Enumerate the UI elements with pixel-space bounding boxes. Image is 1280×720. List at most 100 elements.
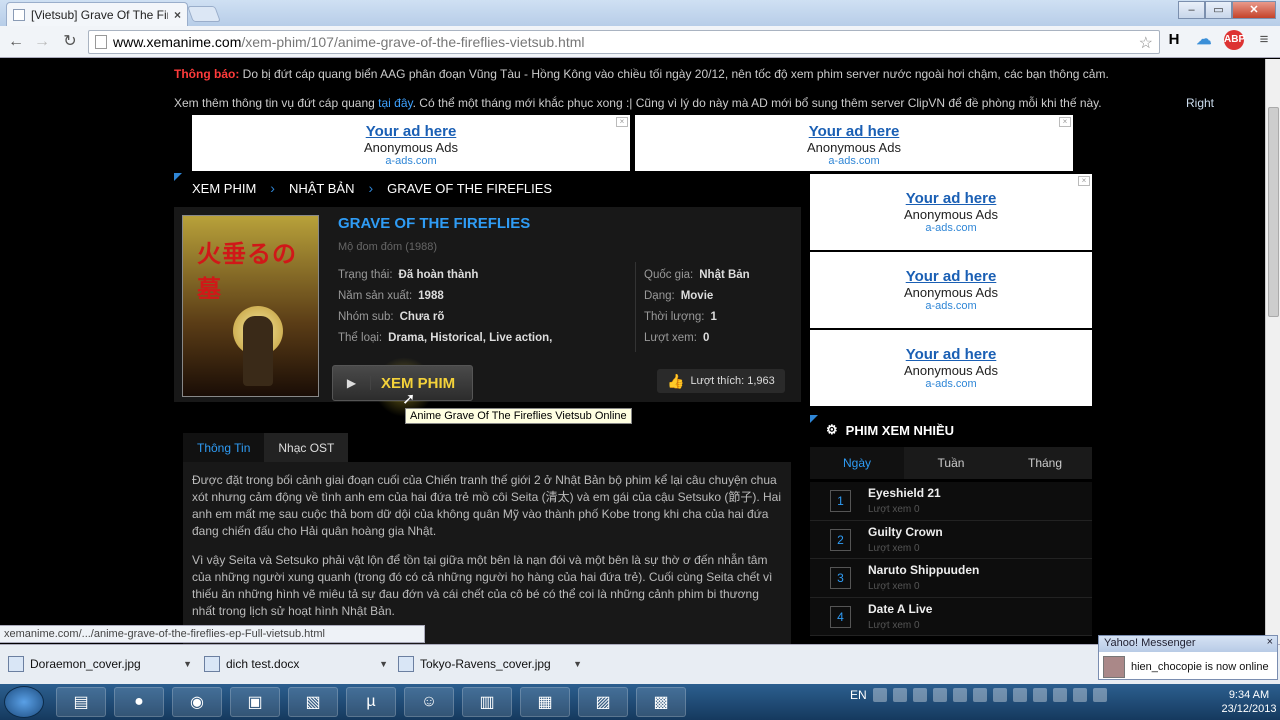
language-indicator[interactable]: EN <box>850 688 867 702</box>
chevron-right-icon: › <box>368 180 374 196</box>
rank-badge: 3 <box>830 567 851 589</box>
close-icon[interactable]: × <box>1267 636 1273 648</box>
ad-headline[interactable]: Your ad here <box>810 174 1092 207</box>
menu-icon[interactable]: ≡ <box>1254 30 1274 50</box>
sidebar-ad[interactable]: × Your ad here Anonymous Ads a-ads.com <box>810 174 1092 250</box>
ad-domain[interactable]: a-ads.com <box>192 155 630 167</box>
film-title[interactable]: GRAVE OF THE FIREFLIES <box>338 215 530 232</box>
list-item[interactable]: 2 Guilty Crown Lượt xem 0 <box>810 520 1092 559</box>
download-item[interactable]: Doraemon_cover.jpg ▼ <box>8 653 192 675</box>
breadcrumb-nhat-ban[interactable]: NHẬT BẢN <box>289 181 355 196</box>
ad-domain[interactable]: a-ads.com <box>810 222 1092 234</box>
tab-day[interactable]: Ngày <box>810 447 904 479</box>
list-item[interactable]: 4 Date A Live Lượt xem 0 <box>810 597 1092 636</box>
close-window-button[interactable]: ✕ <box>1232 1 1276 19</box>
app-taskbar-icon[interactable]: ▥ <box>462 687 512 717</box>
list-item[interactable]: 1 Eyeshield 21 Lượt xem 0 <box>810 482 1092 521</box>
chevron-down-icon[interactable]: ▼ <box>573 659 582 669</box>
pdf-taskbar-icon[interactable]: ▧ <box>288 687 338 717</box>
field-type: Dạng: Movie <box>644 290 713 302</box>
app-taskbar-icon[interactable]: ▣ <box>230 687 280 717</box>
tray-icon[interactable] <box>972 688 987 702</box>
breadcrumb-xem-phim[interactable]: XEM PHIM <box>192 181 256 196</box>
tray-icon[interactable] <box>1032 688 1047 702</box>
tab-week[interactable]: Tuần <box>904 447 998 479</box>
tab-ost[interactable]: Nhạc OST <box>264 433 349 463</box>
ad-close-icon[interactable]: × <box>616 117 628 127</box>
tab-close-icon[interactable]: × <box>174 8 181 22</box>
chevron-down-icon[interactable]: ▼ <box>183 659 192 669</box>
notice-link[interactable]: tại đây <box>378 96 412 110</box>
chevron-right-icon: › <box>270 180 275 196</box>
sidebar-ad[interactable]: Your ad here Anonymous Ads a-ads.com <box>810 330 1092 406</box>
top-ad-left[interactable]: × Your ad here Anonymous Ads a-ads.com <box>192 115 630 171</box>
ad-headline[interactable]: Your ad here <box>635 115 1073 140</box>
like-button[interactable]: 👍 Lượt thích: 1,963 <box>657 369 785 393</box>
tray-icon[interactable] <box>912 688 927 702</box>
top-ad-right[interactable]: × Your ad here Anonymous Ads a-ads.com <box>635 115 1073 171</box>
app-taskbar-icon[interactable]: ▩ <box>636 687 686 717</box>
item-views: Lượt xem 0 <box>868 619 920 631</box>
tab-month[interactable]: Tháng <box>998 447 1092 479</box>
item-name[interactable]: Naruto Shippuuden <box>868 563 979 577</box>
item-views: Lượt xem 0 <box>868 542 920 554</box>
tray-icon[interactable] <box>1072 688 1087 702</box>
ad-close-icon[interactable]: × <box>1059 117 1071 127</box>
tray-icon[interactable] <box>1012 688 1027 702</box>
status-url: xemanime.com/.../anime-grave-of-the-fire… <box>0 625 425 643</box>
browser-tab[interactable]: [Vietsub] Grave Of The Fireflies × <box>6 2 188 26</box>
tray-icon[interactable] <box>992 688 1007 702</box>
field-value[interactable]: Drama, Historical, Live action, <box>388 332 552 344</box>
scrollbar-thumb[interactable] <box>1268 107 1279 317</box>
tray-icon[interactable] <box>872 688 887 702</box>
start-button[interactable] <box>4 686 44 718</box>
yahoo-popup-body: hien_chocopie is now online <box>1099 652 1277 682</box>
minimize-button[interactable]: – <box>1178 1 1205 19</box>
chevron-down-icon[interactable]: ▼ <box>379 659 388 669</box>
ad-close-icon[interactable]: × <box>1078 176 1090 186</box>
ad-headline[interactable]: Your ad here <box>192 115 630 140</box>
utorrent-taskbar-icon[interactable]: µ <box>346 687 396 717</box>
item-name[interactable]: Date A Live <box>868 602 932 616</box>
ad-domain[interactable]: a-ads.com <box>810 378 1092 390</box>
download-item[interactable]: Tokyo-Ravens_cover.jpg ▼ <box>398 653 582 675</box>
tray-icon[interactable] <box>932 688 947 702</box>
forward-icon[interactable]: → <box>32 32 52 52</box>
new-tab-button[interactable] <box>187 6 221 22</box>
tray-icon[interactable] <box>1052 688 1067 702</box>
messenger-taskbar-icon[interactable]: ☺ <box>404 687 454 717</box>
ad-headline[interactable]: Your ad here <box>810 252 1092 285</box>
download-item[interactable]: dich test.docx ▼ <box>204 653 388 675</box>
bookmark-star-icon[interactable]: ☆ <box>1139 33 1153 53</box>
clock[interactable]: 9:34 AM 23/12/2013 <box>1220 688 1278 716</box>
ad-domain[interactable]: a-ads.com <box>810 300 1092 312</box>
yahoo-messenger-popup[interactable]: Yahoo! Messenger × hien_chocopie is now o… <box>1098 635 1278 680</box>
sidebar-ad[interactable]: Your ad here Anonymous Ads a-ads.com <box>810 252 1092 328</box>
volume-icon[interactable] <box>1092 688 1107 702</box>
cloud-extension-icon[interactable]: ☁ <box>1194 30 1214 50</box>
field-label: Dạng: <box>644 290 675 302</box>
explorer-taskbar-icon[interactable]: ▤ <box>56 687 106 717</box>
ad-domain[interactable]: a-ads.com <box>635 155 1073 167</box>
tray-icon[interactable] <box>952 688 967 702</box>
item-name[interactable]: Guilty Crown <box>868 525 943 539</box>
ad-headline[interactable]: Your ad here <box>810 330 1092 363</box>
notice-line-2: Xem thêm thông tin vụ đứt cáp quang tại … <box>174 96 1102 110</box>
back-icon[interactable]: ← <box>6 32 26 52</box>
film-poster[interactable]: 火垂るの墓 <box>182 215 319 397</box>
page-scrollbar[interactable] <box>1265 59 1280 644</box>
tray-icon[interactable] <box>892 688 907 702</box>
item-name[interactable]: Eyeshield 21 <box>868 486 941 500</box>
maximize-button[interactable]: ▭ <box>1205 1 1232 19</box>
chrome-taskbar-icon[interactable]: ◉ <box>172 687 222 717</box>
app-taskbar-icon[interactable]: ▦ <box>520 687 570 717</box>
extension-h-icon[interactable]: H <box>1164 30 1184 50</box>
address-bar[interactable]: www.xemanime.com/xem-phim/107/anime-grav… <box>88 30 1160 54</box>
list-item[interactable]: 3 Naruto Shippuuden Lượt xem 0 <box>810 559 1092 598</box>
reload-icon[interactable]: ↻ <box>60 32 80 52</box>
firefox-taskbar-icon[interactable]: ● <box>114 687 164 717</box>
adblock-icon[interactable]: ABP <box>1224 30 1245 50</box>
tab-info[interactable]: Thông Tin <box>183 433 265 463</box>
app-taskbar-icon[interactable]: ▨ <box>578 687 628 717</box>
ad-name: Anonymous Ads <box>807 140 901 155</box>
